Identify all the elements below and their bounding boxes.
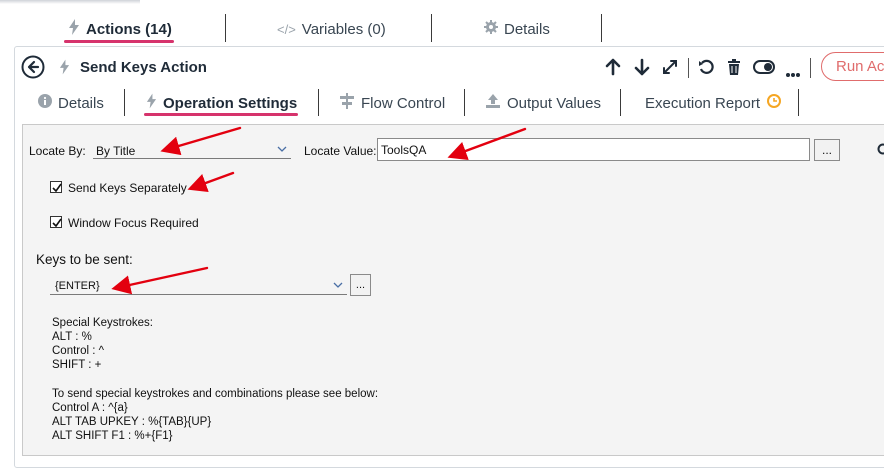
annotation-arrow — [116, 268, 207, 288]
annotation-arrows — [0, 0, 884, 455]
annotation-arrow — [165, 128, 240, 150]
annotation-arrow — [452, 129, 525, 156]
annotation-arrow — [192, 173, 233, 188]
